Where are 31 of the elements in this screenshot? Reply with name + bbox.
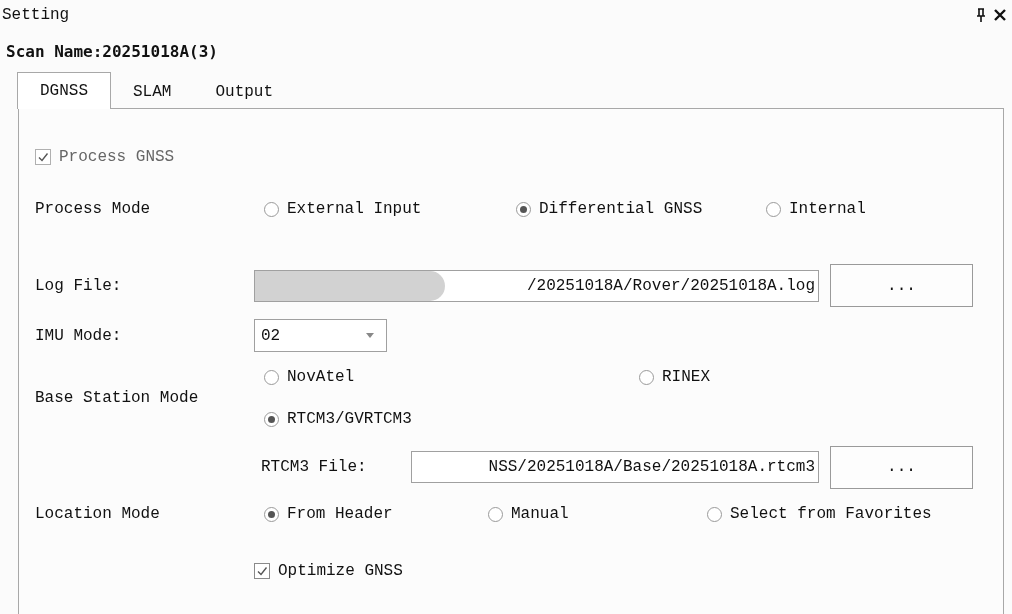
- panel-title: Setting: [2, 6, 71, 24]
- radio-option[interactable]: Internal: [756, 193, 866, 225]
- close-icon[interactable]: [994, 9, 1006, 21]
- field-label: RTCM3 File:: [261, 458, 368, 476]
- dropdown[interactable]: 02: [254, 319, 387, 352]
- browse-button[interactable]: ...: [830, 445, 973, 489]
- caret-icon: [366, 333, 374, 338]
- browse-button[interactable]: ...: [830, 264, 973, 307]
- radio-option[interactable]: Differential GNSS: [506, 193, 756, 225]
- radio-option[interactable]: External Input: [254, 193, 506, 225]
- field-label: Base Station Mode: [35, 389, 200, 407]
- radio-option[interactable]: Select from Favorites: [697, 498, 932, 530]
- tab[interactable]: DGNSS: [17, 72, 111, 109]
- check-icon: [256, 565, 268, 577]
- tab[interactable]: Output: [193, 74, 296, 108]
- radio-option[interactable]: Manual: [478, 498, 697, 530]
- radio-option[interactable]: RTCM3/GVRTCM3: [254, 403, 629, 435]
- radio-option[interactable]: RINEX: [629, 361, 710, 393]
- path-field[interactable]: NSS/20251018A/Base/20251018A.rtcm3: [411, 451, 819, 483]
- radio-option[interactable]: NovAtel: [254, 361, 629, 393]
- field-label: Location Mode: [35, 505, 161, 523]
- field-label: Log File:: [35, 276, 123, 295]
- scan-name: Scan Name:20251018A(3): [6, 42, 219, 63]
- check-icon: [37, 151, 49, 163]
- field-label: IMU Mode:: [35, 326, 123, 345]
- field-label: Process Mode: [35, 200, 152, 218]
- checkbox[interactable]: Optimize GNSS: [254, 562, 403, 580]
- pin-icon[interactable]: [976, 8, 986, 22]
- radio-option[interactable]: From Header: [254, 498, 478, 530]
- path-field[interactable]: /20251018A/Rover/20251018A.log: [254, 269, 819, 302]
- tab[interactable]: SLAM: [111, 74, 194, 108]
